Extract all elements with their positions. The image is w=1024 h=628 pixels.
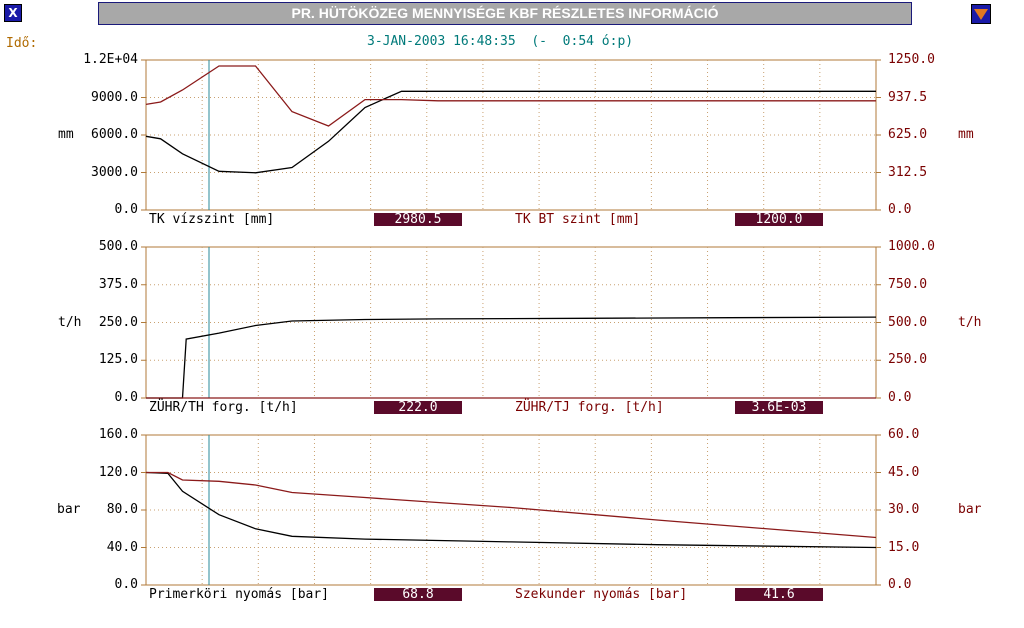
right-series-value: 41.6 [735,588,823,601]
right-tick-label: 0.0 [888,390,912,405]
right-tick-label: 625.0 [888,127,928,142]
right-series-label: TK BT szint [mm] [515,212,641,227]
right-series-label: ZÜHR/TJ forg. [t/h] [515,400,664,415]
left-tick-label: 9000.0 [91,89,138,105]
left-series-label: Primerköri nyomás [bar] [149,587,330,602]
left-series-line [145,90,876,174]
right-unit-label: mm [958,127,974,142]
right-tick-label: 0.0 [888,577,912,592]
right-tick-label: 312.5 [888,164,928,180]
left-tick-label: 375.0 [98,276,138,292]
right-tick-label: 500.0 [888,314,928,330]
left-tick-label: 500.0 [98,239,138,254]
right-tick-label: 1000.0 [888,239,935,254]
right-tick-label: 15.0 [888,539,920,555]
left-series-value: 2980.5 [374,213,462,226]
left-series-value: 68.8 [374,588,462,601]
right-tick-label: 0.0 [888,202,912,217]
left-unit-label: mm [58,127,74,142]
left-tick-label: 0.0 [114,390,138,405]
left-tick-label: 0.0 [114,202,138,217]
left-unit-label: t/h [58,314,82,330]
right-series-value: 1200.0 [735,213,823,226]
left-tick-label: 3000.0 [91,164,138,180]
left-series-label: ZÜHR/TH forg. [t/h] [149,400,298,415]
left-series-line [146,316,877,399]
left-series-value: 222.0 [374,401,462,414]
right-series-line [146,471,877,539]
right-series-value: 3.6E-03 [735,401,823,414]
right-unit-label: bar [958,502,982,517]
right-series-line [145,65,876,127]
right-tick-label: 60.0 [888,427,920,442]
left-tick-label: 0.0 [114,577,138,592]
right-tick-label: 250.0 [888,352,928,368]
right-tick-label: 45.0 [888,464,920,480]
left-tick-label: 1.2E+04 [83,52,138,67]
right-tick-label: 750.0 [888,276,928,292]
right-tick-label: 30.0 [888,502,920,517]
left-series-label: TK vízszint [mm] [149,212,275,227]
left-unit-label: bar [57,502,81,517]
left-tick-label: 125.0 [98,352,138,368]
right-tick-label: 937.5 [888,89,928,105]
trend-charts [141,59,881,586]
right-series-label: Szekunder nyomás [bar] [515,587,688,602]
left-tick-label: 160.0 [98,427,138,442]
left-tick-label: 120.0 [98,464,138,480]
right-unit-label: t/h [958,314,982,330]
right-tick-label: 1250.0 [888,52,935,67]
left-tick-label: 40.0 [106,539,138,555]
